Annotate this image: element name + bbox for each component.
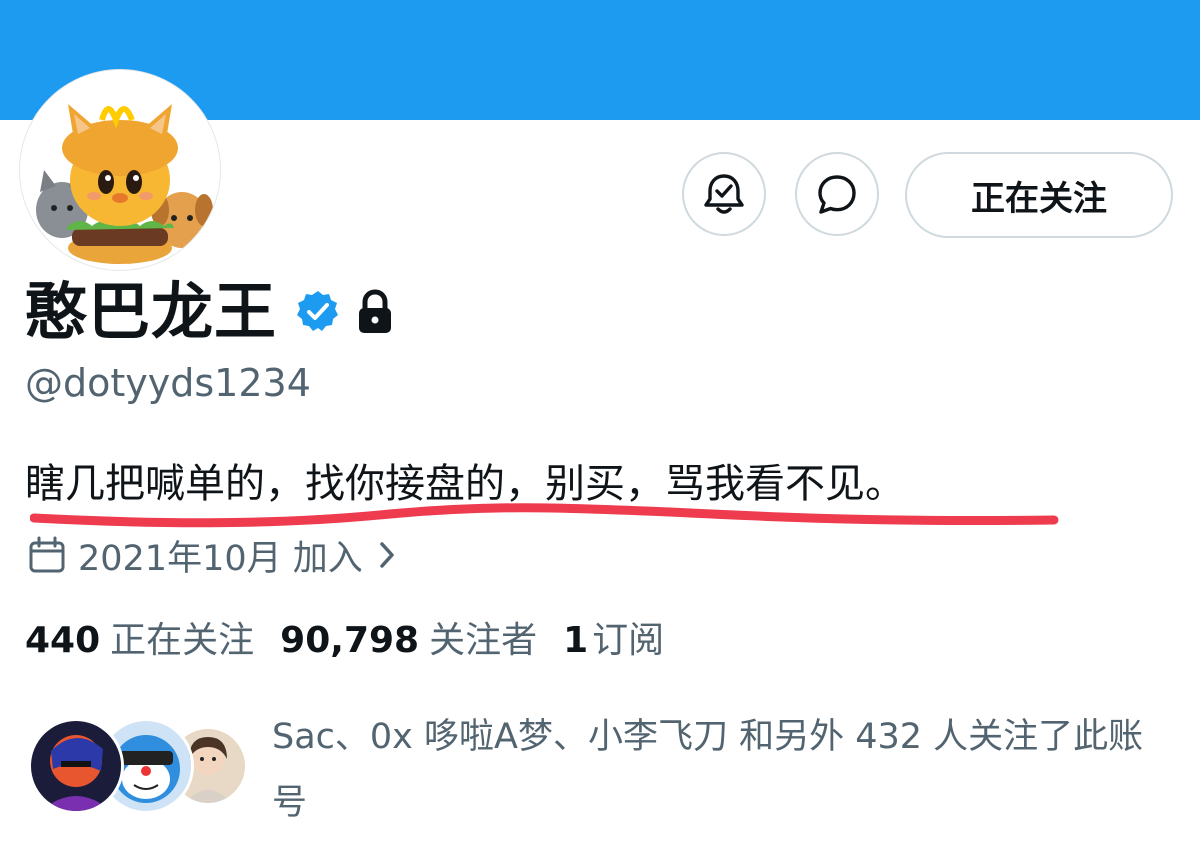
followers-stat[interactable]: 90,798 关注者 bbox=[280, 620, 563, 661]
message-button[interactable] bbox=[795, 152, 879, 236]
following-stat[interactable]: 440 正在关注 bbox=[25, 620, 280, 661]
chevron-right-icon bbox=[377, 540, 397, 570]
following-count: 440 bbox=[25, 620, 101, 661]
profile-stats: 440 正在关注 90,798 关注者 1 订阅 bbox=[25, 616, 690, 666]
name-row: 憨巴龙王 bbox=[25, 276, 395, 348]
message-bubble-icon bbox=[818, 175, 856, 214]
verified-badge-icon[interactable] bbox=[295, 289, 341, 335]
calendar-icon bbox=[28, 536, 66, 574]
followed-by-text[interactable]: Sac、0x 哆啦A梦、小李飞刀 和另外 432 人关注了此账号 bbox=[272, 704, 1172, 836]
subscriptions-label: 订阅 bbox=[592, 620, 665, 661]
followers-count: 90,798 bbox=[280, 620, 420, 661]
followers-label: 关注者 bbox=[429, 620, 538, 661]
followed-by-avatars[interactable] bbox=[28, 718, 248, 818]
joined-text: 2021年10月 加入 bbox=[78, 538, 363, 579]
subscriptions-stat[interactable]: 1 订阅 bbox=[563, 620, 690, 661]
lock-icon bbox=[355, 289, 395, 335]
joined-date[interactable]: 2021年10月 加入 bbox=[28, 530, 397, 580]
following-button[interactable]: 正在关注 bbox=[905, 152, 1173, 238]
avatar-image bbox=[36, 104, 213, 264]
bell-check-icon bbox=[704, 174, 744, 214]
notification-bell-button[interactable] bbox=[682, 152, 766, 236]
profile-handle: @dotyyds1234 bbox=[25, 361, 311, 405]
profile-avatar[interactable] bbox=[20, 70, 220, 270]
subscriptions-count: 1 bbox=[563, 620, 589, 661]
follower-avatar bbox=[28, 718, 124, 814]
following-label: 正在关注 bbox=[110, 620, 255, 661]
display-name: 憨巴龙王 bbox=[25, 275, 278, 348]
